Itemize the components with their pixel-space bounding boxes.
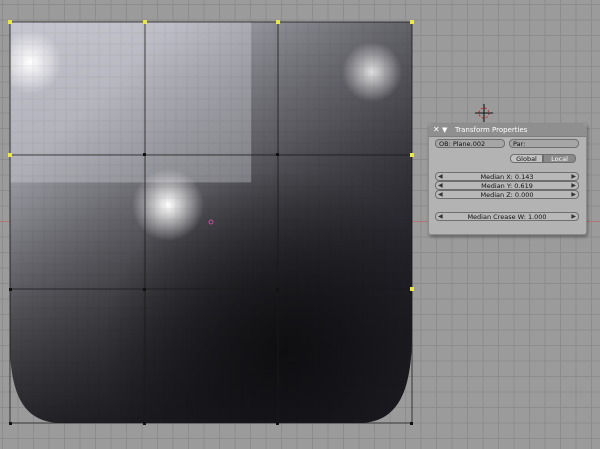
increment-arrow-icon[interactable]: ▶ [571, 181, 576, 190]
panel-title: Transform Properties [455, 126, 528, 134]
shaded-surface [10, 22, 412, 423]
decrement-arrow-icon[interactable]: ◀ [438, 172, 443, 181]
3d-viewport[interactable]: ✕ ▼ Transform Properties OB: Plane.002 P… [0, 0, 600, 449]
median-crease-field[interactable]: ◀ Median Crease W: 1.000 ▶ [435, 212, 579, 221]
increment-arrow-icon[interactable]: ▶ [571, 172, 576, 181]
global-toggle[interactable]: Global [510, 154, 543, 163]
median-crease-label: Median Crease W: 1.000 [467, 213, 547, 221]
median-y-label: Median Y: 0.619 [481, 182, 533, 190]
parent-field[interactable]: Par: [509, 139, 579, 148]
median-z-label: Median Z: 0.000 [480, 191, 534, 199]
3d-cursor-icon [475, 104, 493, 122]
close-icon[interactable]: ✕ [433, 125, 440, 134]
decrement-arrow-icon[interactable]: ◀ [438, 181, 443, 190]
local-toggle[interactable]: Local [543, 154, 576, 163]
median-x-field[interactable]: ◀ Median X: 0.143 ▶ [435, 172, 579, 181]
transform-properties-panel[interactable]: ✕ ▼ Transform Properties OB: Plane.002 P… [428, 123, 587, 235]
decrement-arrow-icon[interactable]: ◀ [438, 190, 443, 199]
collapse-triangle-icon[interactable]: ▼ [442, 126, 447, 134]
median-y-field[interactable]: ◀ Median Y: 0.619 ▶ [435, 181, 579, 190]
increment-arrow-icon[interactable]: ▶ [571, 212, 576, 221]
median-z-field[interactable]: ◀ Median Z: 0.000 ▶ [435, 190, 579, 199]
decrement-arrow-icon[interactable]: ◀ [438, 212, 443, 221]
panel-header[interactable]: ✕ ▼ Transform Properties [429, 124, 586, 137]
increment-arrow-icon[interactable]: ▶ [571, 190, 576, 199]
object-name-field[interactable]: OB: Plane.002 [435, 139, 505, 148]
median-x-label: Median X: 0.143 [480, 173, 534, 181]
